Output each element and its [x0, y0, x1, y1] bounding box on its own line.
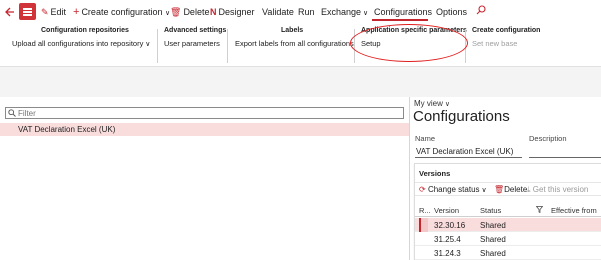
pencil-icon: ✎ [41, 7, 49, 17]
set-new-base-button[interactable]: Set new base [472, 39, 540, 48]
version-cell: 31.24.3 [434, 249, 461, 258]
trash-icon: 🗑 [494, 185, 505, 194]
versions-panel: Versions ⟳ Change status ∨ 🗑Delete ⤓ Get… [414, 163, 601, 260]
delete-button[interactable]: 🗑 Delete [170, 6, 209, 19]
run-button[interactable]: Run [298, 6, 315, 19]
version-cell: 31.25.4 [434, 235, 461, 244]
trash-icon: 🗑 [170, 7, 182, 17]
list-item[interactable]: VAT Declaration Excel (UK) [0, 123, 409, 136]
setup-button[interactable]: Setup [361, 39, 467, 48]
page-title: Configurations [413, 108, 510, 125]
name-label: Name [415, 134, 436, 143]
my-view-selector[interactable]: My view ∨ [414, 99, 450, 108]
status-cell: Shared [480, 221, 506, 230]
ribbon-group-advanced-settings: Advanced settings User parameters [164, 27, 227, 48]
exchange-button[interactable]: Exchange ∨ [321, 6, 368, 19]
ribbon-group-configuration-repositories: Configuration repositories Upload all co… [12, 27, 151, 48]
row-selector[interactable] [419, 218, 428, 232]
versions-title: Versions [419, 169, 451, 178]
ribbon-divider [465, 29, 466, 63]
download-icon: ⤓ [527, 185, 531, 194]
create-configuration-button[interactable]: + Create configuration ∨ [73, 6, 170, 19]
filter-box[interactable] [5, 107, 404, 119]
filter-input[interactable] [18, 108, 398, 118]
versions-toolbar: ⟳ Change status ∨ 🗑Delete ⤓ Get this ver… [415, 182, 601, 196]
refresh-icon: ⟳ [419, 185, 426, 194]
tab-options[interactable]: Options [436, 6, 467, 19]
status-cell: Shared [480, 235, 506, 244]
table-row[interactable]: 32.30.16 Shared [415, 218, 601, 232]
name-field[interactable]: VAT Declaration Excel (UK) [415, 145, 522, 158]
change-status-button[interactable]: ⟳ Change status ∨ [419, 185, 487, 194]
table-row[interactable]: 31.24.3 Shared [415, 246, 601, 260]
filter-icon[interactable] [535, 206, 544, 215]
tab-configurations[interactable]: Configurations [374, 6, 432, 19]
designer-button[interactable]: N Designer [210, 6, 255, 19]
configurations-list-pane: VAT Declaration Excel (UK) [0, 97, 409, 260]
ribbon-group-application-specific-parameters: Application specific parameters Setup [361, 27, 467, 48]
ribbon-group-create-configuration: Create configuration Set new base [472, 27, 541, 48]
edit-button[interactable]: ✎ Edit [41, 6, 66, 19]
version-cell: 32.30.16 [434, 221, 466, 230]
validate-button[interactable]: Validate [262, 6, 294, 19]
upload-all-configurations-button[interactable]: Upload all configurations into repositor… [12, 39, 150, 48]
ribbon-divider [157, 29, 158, 63]
get-this-version-button[interactable]: ⤓ Get this version [527, 185, 588, 195]
ribbon-divider [227, 29, 228, 63]
status-cell: Shared [480, 249, 506, 258]
chevron-down-icon: ∨ [143, 41, 151, 48]
search-icon [8, 109, 16, 117]
version-delete-button[interactable]: 🗑Delete [494, 185, 527, 194]
column-header-status[interactable]: Status [480, 206, 501, 215]
search-icon[interactable] [476, 5, 486, 15]
column-header-version[interactable]: Version [434, 206, 459, 215]
hamburger-menu-button[interactable] [19, 3, 36, 20]
designer-icon: N [210, 7, 217, 17]
description-label: Description [529, 134, 567, 143]
user-parameters-button[interactable]: User parameters [164, 39, 226, 48]
chevron-down-icon: ∨ [479, 187, 487, 194]
back-arrow-icon[interactable] [3, 6, 15, 18]
ribbon-group-labels: Labels Export labels from all configurat… [235, 27, 354, 48]
column-header-effective-from[interactable]: Effective from [551, 206, 597, 215]
header-band [0, 67, 601, 97]
table-row[interactable]: 31.25.4 Shared [415, 232, 601, 246]
active-tab-indicator [372, 19, 428, 21]
ribbon: Configuration repositories Upload all co… [0, 27, 601, 65]
chevron-down-icon: ∨ [361, 10, 369, 17]
command-bar: ✎ Edit + Create configuration ∨ 🗑 Delete ND… [0, 0, 601, 24]
versions-grid-header: R... Version Status Effective from [415, 204, 601, 217]
column-header-r[interactable]: R... [419, 206, 431, 215]
export-labels-button[interactable]: Export labels from all configurations [235, 39, 354, 48]
plus-icon: + [73, 6, 80, 18]
chevron-down-icon: ∨ [442, 101, 450, 108]
ribbon-divider [354, 29, 355, 63]
description-field[interactable] [529, 145, 601, 158]
configuration-detail-pane: My view ∨ Configurations Name Descriptio… [410, 97, 601, 260]
